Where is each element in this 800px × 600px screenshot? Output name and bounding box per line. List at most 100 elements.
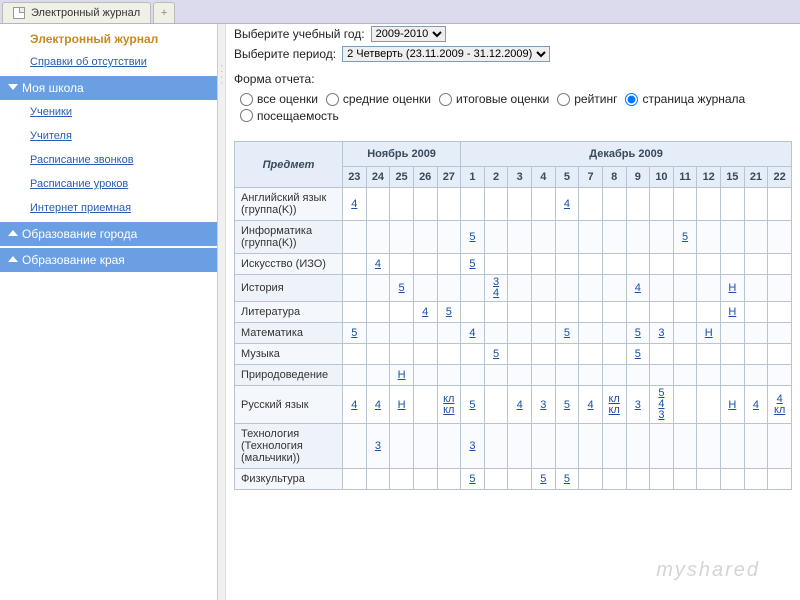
grade-cell[interactable] xyxy=(508,188,532,221)
grade-cell[interactable] xyxy=(413,188,437,221)
grade-cell[interactable] xyxy=(413,386,437,424)
grade-cell[interactable] xyxy=(484,221,508,254)
grade-cell[interactable]: Н xyxy=(390,365,414,386)
grade-cell[interactable] xyxy=(697,469,721,490)
grade-cell[interactable] xyxy=(366,221,390,254)
grade-cell[interactable]: 5 xyxy=(532,469,556,490)
grade-cell[interactable] xyxy=(343,424,367,469)
grade-cell[interactable] xyxy=(626,424,650,469)
grade-cell[interactable] xyxy=(461,275,485,302)
grade-cell[interactable] xyxy=(555,424,579,469)
grade-cell[interactable] xyxy=(508,469,532,490)
report-option-5[interactable]: посещаемость xyxy=(234,109,339,123)
grade-cell[interactable] xyxy=(697,365,721,386)
grade-cell[interactable] xyxy=(721,188,745,221)
grade-cell[interactable] xyxy=(650,365,674,386)
report-option-2[interactable]: итоговые оценки xyxy=(433,92,549,106)
grade-cell[interactable]: клкл xyxy=(437,386,461,424)
grade-cell[interactable] xyxy=(650,302,674,323)
grade-cell[interactable] xyxy=(390,221,414,254)
grade-cell[interactable] xyxy=(721,469,745,490)
grade-cell[interactable]: 5 xyxy=(626,323,650,344)
grade-cell[interactable] xyxy=(768,254,792,275)
grade-cell[interactable] xyxy=(650,469,674,490)
grade-cell[interactable] xyxy=(673,302,697,323)
grade-cell[interactable] xyxy=(437,221,461,254)
grade-cell[interactable] xyxy=(626,254,650,275)
grade-cell[interactable] xyxy=(343,221,367,254)
grade-cell[interactable] xyxy=(461,302,485,323)
grade-cell[interactable] xyxy=(366,469,390,490)
grade-cell[interactable] xyxy=(532,275,556,302)
grade-cell[interactable] xyxy=(413,221,437,254)
grade-cell[interactable] xyxy=(484,386,508,424)
grade-cell[interactable] xyxy=(366,302,390,323)
grade-cell[interactable]: 4 xyxy=(343,188,367,221)
grade-cell[interactable]: 3 xyxy=(650,323,674,344)
grade-cell[interactable] xyxy=(721,365,745,386)
grade-cell[interactable] xyxy=(744,275,768,302)
grade-cell[interactable] xyxy=(437,323,461,344)
grade-cell[interactable]: Н xyxy=(721,275,745,302)
grade-cell[interactable] xyxy=(602,424,626,469)
report-radio-1[interactable] xyxy=(326,93,339,106)
grade-cell[interactable] xyxy=(721,221,745,254)
grade-cell[interactable] xyxy=(626,221,650,254)
grade-cell[interactable] xyxy=(508,302,532,323)
grade-cell[interactable] xyxy=(744,344,768,365)
grade-cell[interactable] xyxy=(721,254,745,275)
grade-cell[interactable]: 5 xyxy=(461,254,485,275)
grade-cell[interactable] xyxy=(532,254,556,275)
sidebar-group-1[interactable]: Образование города xyxy=(0,222,217,246)
grade-cell[interactable] xyxy=(744,221,768,254)
grade-cell[interactable]: Н xyxy=(697,323,721,344)
grade-cell[interactable] xyxy=(532,302,556,323)
grade-cell[interactable] xyxy=(721,344,745,365)
report-option-4[interactable]: страница журнала xyxy=(619,92,745,106)
grade-cell[interactable] xyxy=(768,323,792,344)
grade-cell[interactable]: 5 xyxy=(626,344,650,365)
grade-cell[interactable] xyxy=(461,344,485,365)
grade-cell[interactable] xyxy=(673,275,697,302)
grade-cell[interactable] xyxy=(673,469,697,490)
grade-cell[interactable] xyxy=(390,344,414,365)
grade-cell[interactable] xyxy=(437,275,461,302)
grade-cell[interactable] xyxy=(579,275,603,302)
grade-cell[interactable] xyxy=(602,302,626,323)
grade-cell[interactable] xyxy=(437,424,461,469)
grade-cell[interactable] xyxy=(343,365,367,386)
grade-cell[interactable]: 3 xyxy=(366,424,390,469)
grade-cell[interactable] xyxy=(768,188,792,221)
grade-cell[interactable]: 5 xyxy=(461,221,485,254)
report-option-0[interactable]: все оценки xyxy=(234,92,318,106)
report-radio-5[interactable] xyxy=(240,109,253,122)
grade-cell[interactable] xyxy=(626,365,650,386)
grade-cell[interactable] xyxy=(390,323,414,344)
grade-cell[interactable]: 5 xyxy=(484,344,508,365)
grade-cell[interactable] xyxy=(413,323,437,344)
grade-cell[interactable] xyxy=(508,323,532,344)
grade-cell[interactable] xyxy=(508,254,532,275)
grade-cell[interactable] xyxy=(744,188,768,221)
grade-cell[interactable] xyxy=(768,344,792,365)
grade-cell[interactable] xyxy=(579,302,603,323)
sidebar-item-0-0[interactable]: Ученики xyxy=(0,100,217,124)
grade-cell[interactable]: 5 xyxy=(555,386,579,424)
grade-cell[interactable] xyxy=(461,365,485,386)
grade-cell[interactable]: 4 xyxy=(461,323,485,344)
grade-cell[interactable] xyxy=(602,188,626,221)
grade-cell[interactable] xyxy=(508,275,532,302)
grade-cell[interactable] xyxy=(532,344,556,365)
grade-cell[interactable] xyxy=(437,365,461,386)
grade-cell[interactable] xyxy=(413,344,437,365)
sidebar-item-0-2[interactable]: Расписание звонков xyxy=(0,148,217,172)
grade-cell[interactable] xyxy=(390,469,414,490)
grade-cell[interactable] xyxy=(532,424,556,469)
grade-cell[interactable] xyxy=(697,221,721,254)
grade-cell[interactable] xyxy=(413,254,437,275)
sidebar-item-0-3[interactable]: Расписание уроков xyxy=(0,172,217,196)
grade-cell[interactable]: 5 xyxy=(555,323,579,344)
grade-cell[interactable] xyxy=(673,365,697,386)
tab-main[interactable]: Электронный журнал xyxy=(2,2,151,23)
grade-cell[interactable] xyxy=(602,365,626,386)
